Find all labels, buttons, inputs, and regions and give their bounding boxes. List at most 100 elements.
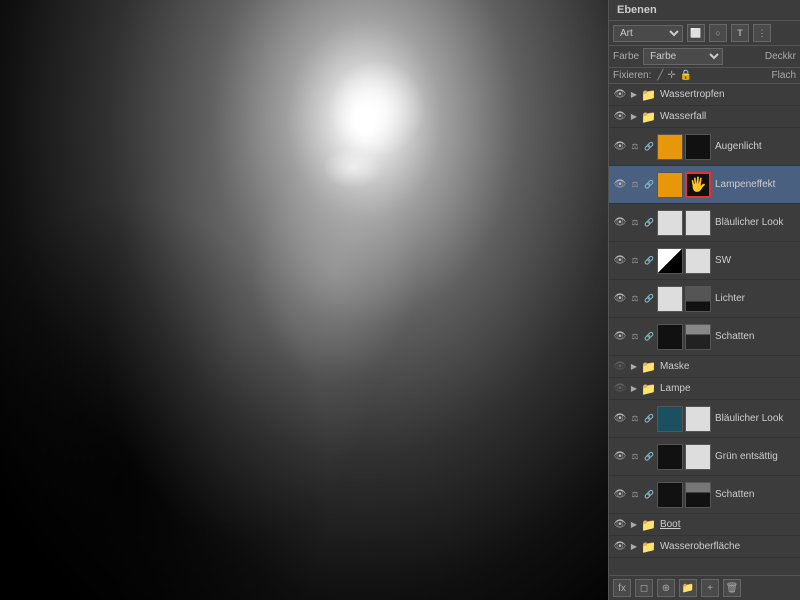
layer-name: Boot — [660, 519, 796, 530]
layer-item[interactable]: 👁 ⚖ 🔗 Schatten — [609, 476, 800, 514]
chain-icon: 🔗 — [643, 414, 655, 423]
fx-button[interactable]: fx — [613, 579, 631, 597]
link-icon: ⚖ — [629, 141, 641, 153]
layer-item[interactable]: 👁 ⚖ 🔗 SW — [609, 242, 800, 280]
blend-mode-select[interactable]: Art Normal — [613, 25, 683, 42]
layer-item[interactable]: 👁 ▶ 📁 Lampe — [609, 378, 800, 400]
flach-label: Flach — [772, 70, 796, 81]
layer-item[interactable]: 👁 ▶ 📁 Maske — [609, 356, 800, 378]
layer-name: Bläulicher Look — [715, 217, 796, 228]
layer-mask-thumbnail — [685, 286, 711, 312]
layers-list: 👁 ▶ 📁 Wassertropfen 👁 ▶ 📁 Wasserfall 👁 ⚖… — [609, 84, 800, 575]
folder-icon: 📁 — [641, 88, 656, 102]
layer-item[interactable]: 👁 ⚖ 🔗 Lichter — [609, 280, 800, 318]
delete-layer-button[interactable]: 🗑 — [723, 579, 741, 597]
visibility-icon[interactable]: 👁 — [613, 540, 627, 554]
layer-thumbnail — [657, 286, 683, 312]
fixieren-label: Fixieren: — [613, 70, 651, 81]
layer-item[interactable]: 👁 ⚖ 🔗 Augenlicht — [609, 128, 800, 166]
visibility-icon[interactable]: 👁 — [613, 450, 627, 464]
mask-button[interactable]: ◻ — [635, 579, 653, 597]
layer-name: Grün entsättig — [715, 451, 796, 462]
canvas-image — [0, 0, 608, 600]
visibility-icon[interactable]: 👁 — [613, 88, 627, 102]
lock-pixel-icon[interactable]: ╱ — [657, 70, 663, 81]
opacity-label: Deckkr — [765, 51, 796, 62]
image-icon[interactable]: ⬜ — [687, 24, 705, 42]
layer-name: Schatten — [715, 331, 796, 342]
chain-icon: 🔗 — [643, 452, 655, 461]
collapse-triangle[interactable]: ▶ — [629, 362, 639, 372]
chain-icon: 🔗 — [643, 142, 655, 151]
chain-icon: 🔗 — [643, 256, 655, 265]
collapse-triangle[interactable]: ▶ — [629, 384, 639, 394]
visibility-icon[interactable]: 👁 — [613, 140, 627, 154]
group-button[interactable]: 📁 — [679, 579, 697, 597]
collapse-triangle[interactable]: ▶ — [629, 90, 639, 100]
folder-icon: 📁 — [641, 360, 656, 374]
layer-name: Bläulicher Look — [715, 413, 796, 424]
layer-name: Schatten — [715, 489, 796, 500]
visibility-icon[interactable]: 👁 — [613, 518, 627, 532]
layer-name: Lampeneffekt — [715, 179, 796, 190]
collapse-triangle[interactable]: ▶ — [629, 520, 639, 530]
folder-icon: 📁 — [641, 518, 656, 532]
link-icon: ⚖ — [629, 179, 641, 191]
color-label: Farbe — [613, 51, 639, 62]
text-icon[interactable]: T — [731, 24, 749, 42]
layer-item[interactable]: 👁 ▶ 📁 Wassertropfen — [609, 84, 800, 106]
canvas-area — [0, 0, 608, 600]
visibility-icon[interactable]: 👁 — [613, 216, 627, 230]
visibility-icon[interactable]: 👁 — [613, 292, 627, 306]
link-icon: ⚖ — [629, 293, 641, 305]
layer-mask-thumbnail — [685, 324, 711, 350]
color-select[interactable]: Farbe — [643, 48, 723, 65]
layers-panel: Ebenen Art Normal ⬜ ○ T ⋮ Farbe Farbe De… — [608, 0, 800, 600]
layer-thumbnail — [657, 134, 683, 160]
toolbar-row3: Fixieren: ╱ ✛ 🔒 Flach — [609, 68, 800, 84]
layer-item[interactable]: 👁 ⚖ 🔗 🖐 Lampeneffekt — [609, 166, 800, 204]
layer-mask-thumbnail — [685, 210, 711, 236]
visibility-icon[interactable]: 👁 — [613, 360, 627, 374]
link-icon: ⚖ — [629, 217, 641, 229]
lock-icons-group: ╱ ✛ 🔒 — [657, 70, 692, 81]
layer-mask-thumbnail — [685, 134, 711, 160]
collapse-triangle[interactable]: ▶ — [629, 112, 639, 122]
layer-mask-thumbnail — [685, 444, 711, 470]
chain-icon: 🔗 — [643, 332, 655, 341]
layer-item[interactable]: 👁 ⚖ 🔗 Schatten — [609, 318, 800, 356]
layer-thumbnail — [657, 248, 683, 274]
adjustment-button[interactable]: ⊕ — [657, 579, 675, 597]
circle-icon[interactable]: ○ — [709, 24, 727, 42]
panel-footer: fx ◻ ⊕ 📁 + 🗑 — [609, 575, 800, 600]
layer-mask-thumbnail — [685, 482, 711, 508]
more-icon[interactable]: ⋮ — [753, 24, 771, 42]
link-icon: ⚖ — [629, 413, 641, 425]
new-layer-button[interactable]: + — [701, 579, 719, 597]
visibility-icon[interactable]: 👁 — [613, 254, 627, 268]
toolbar-row2: Farbe Farbe Deckkr — [609, 46, 800, 68]
layer-thumbnail — [657, 406, 683, 432]
visibility-icon[interactable]: 👁 — [613, 382, 627, 396]
collapse-triangle[interactable]: ▶ — [629, 542, 639, 552]
layer-thumbnail — [657, 210, 683, 236]
visibility-icon[interactable]: 👁 — [613, 488, 627, 502]
lock-all-icon[interactable]: 🔒 — [680, 70, 692, 81]
link-icon: ⚖ — [629, 331, 641, 343]
visibility-icon[interactable]: 👁 — [613, 330, 627, 344]
layer-item[interactable]: 👁 ▶ 📁 Wasserfall — [609, 106, 800, 128]
layer-item[interactable]: 👁 ⚖ 🔗 Bläulicher Look — [609, 204, 800, 242]
layer-item[interactable]: 👁 ⚖ 🔗 Bläulicher Look — [609, 400, 800, 438]
lock-move-icon[interactable]: ✛ — [667, 70, 675, 81]
visibility-icon[interactable]: 👁 — [613, 412, 627, 426]
visibility-icon[interactable]: 👁 — [613, 178, 627, 192]
layer-item[interactable]: 👁 ▶ 📁 Wasseroberfläche — [609, 536, 800, 558]
layer-item[interactable]: 👁 ⚖ 🔗 Grün entsättig — [609, 438, 800, 476]
layer-item[interactable]: 👁 ▶ 📁 Boot — [609, 514, 800, 536]
layer-name: Lampe — [660, 383, 796, 394]
face-overlay — [0, 0, 608, 600]
layer-name: Wassertropfen — [660, 89, 796, 100]
panel-title: Ebenen — [617, 4, 657, 16]
visibility-icon[interactable]: 👁 — [613, 110, 627, 124]
layer-name: Lichter — [715, 293, 796, 304]
